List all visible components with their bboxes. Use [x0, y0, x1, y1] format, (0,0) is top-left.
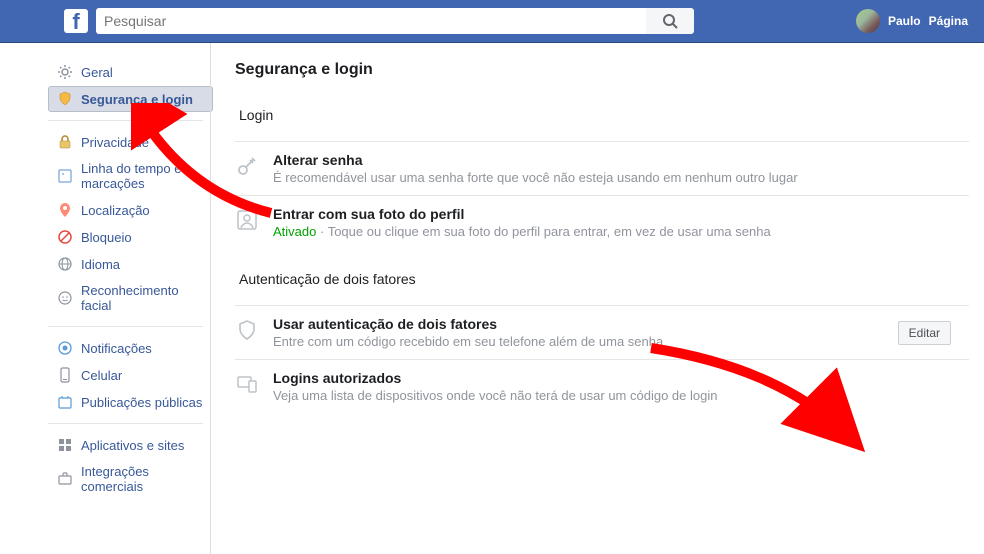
row-body: Alterar senha É recomendável usar uma se…	[273, 152, 969, 185]
sidebar-item-timeline[interactable]: Linha do tempo e marcações	[48, 156, 213, 196]
sidebar-item-label: Idioma	[81, 257, 120, 272]
shield-icon	[57, 91, 73, 107]
avatar[interactable]	[856, 9, 880, 33]
sidebar-item-label: Aplicativos e sites	[81, 438, 184, 453]
sidebar: Geral Segurança e login Privacidade Linh…	[0, 43, 210, 554]
sidebar-item-biz[interactable]: Integrações comerciais	[48, 459, 213, 499]
public-icon	[57, 394, 73, 410]
row-authorized-logins[interactable]: Logins autorizados Veja uma lista de dis…	[235, 359, 969, 413]
sidebar-item-label: Linha do tempo e marcações	[81, 161, 204, 191]
row-desc: É recomendável usar uma senha forte que …	[273, 170, 969, 185]
block-icon	[57, 229, 73, 245]
divider	[48, 326, 203, 327]
row-title: Usar autenticação de dois fatores	[273, 316, 884, 332]
section-login: Login Alterar senha É recomendável usar …	[235, 107, 984, 249]
main: Segurança e login Login Alterar senha É …	[210, 43, 984, 554]
sidebar-item-security[interactable]: Segurança e login	[48, 86, 213, 112]
search-icon	[662, 13, 678, 29]
sidebar-item-mobile[interactable]: Celular	[48, 362, 213, 388]
row-use-2fa[interactable]: Usar autenticação de dois fatores Entre …	[235, 305, 969, 359]
sidebar-item-privacy[interactable]: Privacidade	[48, 129, 213, 155]
lock-icon	[57, 134, 73, 150]
edit-button[interactable]: Editar	[898, 321, 951, 345]
page-link[interactable]: Página	[929, 14, 968, 28]
key-icon	[235, 154, 259, 178]
sidebar-item-face[interactable]: Reconhecimento facial	[48, 278, 213, 318]
sidebar-item-language[interactable]: Idioma	[48, 251, 213, 277]
sidebar-item-public[interactable]: Publicações públicas	[48, 389, 213, 415]
section-header: Login	[235, 107, 984, 123]
sidebar-item-label: Publicações públicas	[81, 395, 202, 410]
devices-icon	[235, 372, 259, 396]
gear-icon	[57, 64, 73, 80]
row-title: Logins autorizados	[273, 370, 969, 386]
briefcase-icon	[57, 471, 73, 487]
search-wrap	[96, 8, 646, 34]
sidebar-item-label: Geral	[81, 65, 113, 80]
tag-icon	[57, 168, 73, 184]
profile-pic-icon	[235, 208, 259, 232]
header: f Paulo Página	[0, 0, 984, 43]
mobile-icon	[57, 367, 73, 383]
face-icon	[57, 290, 73, 306]
row-change-password[interactable]: Alterar senha É recomendável usar uma se…	[235, 141, 969, 195]
sidebar-item-notifications[interactable]: Notificações	[48, 335, 213, 361]
row-desc: Veja uma lista de dispositivos onde você…	[273, 388, 969, 403]
row-body: Entrar com sua foto do perfil Ativado · …	[273, 206, 969, 239]
header-right: Paulo Página	[856, 9, 968, 33]
search-button[interactable]	[646, 8, 694, 34]
row-title: Alterar senha	[273, 152, 969, 168]
divider	[48, 423, 203, 424]
sidebar-item-label: Reconhecimento facial	[81, 283, 204, 313]
section-twofactor: Autenticação de dois fatores Usar autent…	[235, 271, 984, 413]
status-badge: Ativado	[273, 224, 316, 239]
content: Geral Segurança e login Privacidade Linh…	[0, 43, 984, 554]
sidebar-item-label: Privacidade	[81, 135, 149, 150]
globe-icon	[57, 256, 73, 272]
sidebar-item-label: Celular	[81, 368, 122, 383]
apps-icon	[57, 437, 73, 453]
sidebar-item-label: Integrações comerciais	[81, 464, 204, 494]
row-title: Entrar com sua foto do perfil	[273, 206, 969, 222]
sidebar-item-label: Notificações	[81, 341, 152, 356]
page-title: Segurança e login	[235, 61, 984, 79]
user-name[interactable]: Paulo	[888, 14, 921, 28]
sidebar-item-label: Bloqueio	[81, 230, 132, 245]
row-desc: Ativado · Toque ou clique em sua foto do…	[273, 224, 969, 239]
sidebar-item-blocking[interactable]: Bloqueio	[48, 224, 213, 250]
row-body: Usar autenticação de dois fatores Entre …	[273, 316, 884, 349]
sidebar-item-general[interactable]: Geral	[48, 59, 213, 85]
row-profile-login[interactable]: Entrar com sua foto do perfil Ativado · …	[235, 195, 969, 249]
section-header: Autenticação de dois fatores	[235, 271, 984, 287]
location-icon	[57, 202, 73, 218]
bell-icon	[57, 340, 73, 356]
facebook-logo[interactable]: f	[64, 9, 88, 33]
sidebar-item-location[interactable]: Localização	[48, 197, 213, 223]
sidebar-item-label: Localização	[81, 203, 150, 218]
sidebar-item-label: Segurança e login	[81, 92, 193, 107]
shield-outline-icon	[235, 318, 259, 342]
search-input[interactable]	[96, 8, 646, 34]
row-body: Logins autorizados Veja uma lista de dis…	[273, 370, 969, 403]
sidebar-item-apps[interactable]: Aplicativos e sites	[48, 432, 213, 458]
divider	[48, 120, 203, 121]
row-desc: Entre com um código recebido em seu tele…	[273, 334, 884, 349]
